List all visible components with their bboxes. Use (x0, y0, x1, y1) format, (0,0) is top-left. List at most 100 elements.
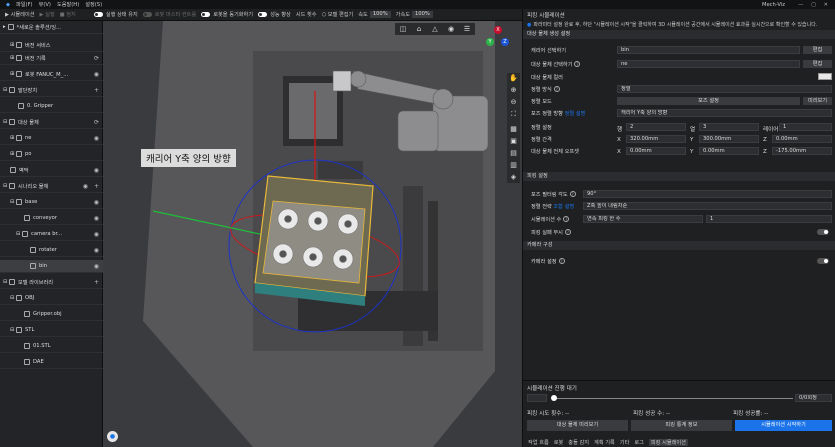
progress-mode-select[interactable] (527, 394, 547, 402)
eye-icon[interactable]: ◉ (94, 199, 99, 206)
fit-view-icon[interactable]: ⛶ (509, 110, 518, 119)
window-controls[interactable]: — ▢ ✕ (798, 2, 831, 8)
layer-count-input[interactable]: 1 (779, 123, 832, 131)
ignore-fail-toggle[interactable] (817, 229, 829, 235)
menu-view[interactable]: 뷰(V) (39, 1, 51, 8)
tree-item-rotater[interactable]: rotater ◉ (0, 244, 103, 257)
refresh-icon[interactable]: ⟳ (94, 119, 99, 126)
pose-filter-input[interactable]: 90° (583, 190, 832, 198)
hand-icon[interactable]: ✋ (509, 74, 518, 83)
tab-log[interactable]: 로그 (634, 439, 644, 446)
section-target-generation[interactable]: 대상 물체 생성 설정 (523, 30, 835, 39)
3d-viewport[interactable]: 캐리어 Y축 양의 방향 ◫ ⌂ △ ◉ ☰ X Y Z ✋ ⊕ ⊖ ⛶ ▦ ▣… (103, 21, 522, 447)
carrier-edit-button[interactable]: 편집 (803, 46, 832, 54)
stop-button[interactable]: ■ 정지 (60, 11, 76, 19)
tree-item-version-service[interactable]: ⊞ 버전 서비스 (0, 39, 103, 52)
eye-icon[interactable]: ◉ (94, 231, 99, 238)
eye-icon[interactable]: ◉ (94, 263, 99, 270)
tree-item-walls[interactable]: 벽막 ◉ (0, 164, 103, 177)
tree-item-obj-folder[interactable]: ⊟ OBJ (0, 292, 103, 305)
color-swatch[interactable] (818, 73, 832, 80)
arrange-select[interactable]: 정렬 (617, 85, 832, 93)
tree-item-stl-file[interactable]: 01.STL (0, 340, 103, 353)
tree-item-gripper-obj[interactable]: Gripper.obj (0, 308, 103, 321)
section-picking[interactable]: 피킹 설정 (523, 172, 835, 181)
zoom-out-icon[interactable]: ⊖ (509, 98, 518, 107)
accel-control[interactable]: 가속도 100% (396, 11, 433, 18)
section-camera[interactable]: 카메라 구성 (523, 241, 835, 250)
eye-icon[interactable]: ◉ (83, 183, 88, 190)
gizmo-y-icon[interactable]: Y (486, 38, 494, 46)
screenshot-icon[interactable]: ● (107, 431, 118, 442)
add-icon[interactable]: + (94, 183, 99, 190)
eye-icon[interactable]: ◉ (94, 167, 99, 174)
tab-plan-log[interactable]: 계획 기록 (594, 439, 615, 446)
tree-item-version-history[interactable]: ⊞ 버전 기록 ⟳ (0, 52, 103, 65)
pick-strategy-select[interactable]: Z축 높이 내림차순 (583, 202, 832, 210)
add-icon[interactable]: + (94, 87, 99, 94)
col-count-input[interactable]: 3 (699, 123, 759, 131)
preview-targets-button[interactable]: 대상 물체 미리보기 (527, 420, 628, 431)
scene-canvas[interactable] (103, 21, 522, 447)
tab-workflow[interactable]: 작업 흐름 (528, 439, 549, 446)
pick-stats-button[interactable]: 피킹 통계 정보 (631, 420, 732, 431)
help-icon[interactable]: ? (574, 60, 581, 67)
velocity-input[interactable]: 100% (369, 11, 391, 18)
preview-button[interactable]: 미리보기 (803, 97, 832, 105)
help-icon[interactable]: ? (558, 257, 565, 264)
spacing-z-input[interactable]: 0.00mm (772, 135, 832, 143)
tree-item-base[interactable]: ⊟ base ◉ (0, 196, 103, 209)
home-view-icon[interactable]: ⌂ (415, 25, 424, 34)
tree-item-target-ne[interactable]: ⊞ ne ◉ (0, 132, 103, 145)
tree-item-target-po[interactable]: ⊞ po (0, 148, 103, 161)
iso-view-icon[interactable]: ◈ (509, 173, 518, 182)
tree-item-gripper[interactable]: 0. Gripper (0, 100, 103, 113)
tree-item-model-library[interactable]: ⊟ 모델 라이브러리 + (0, 276, 103, 289)
project-root[interactable]: ▸ *새로운 솔루션/잉... (0, 21, 103, 34)
velocity-control[interactable]: 속도 100% (358, 11, 391, 18)
add-icon[interactable]: + (94, 279, 99, 286)
camera-view-icon[interactable]: ◫ (399, 25, 408, 34)
carrier-bin[interactable] (254, 175, 374, 306)
sim-count-input[interactable]: 1 (706, 215, 832, 223)
spacing-x-input[interactable]: 320.00mm (626, 135, 686, 143)
top-view-icon[interactable]: ▣ (509, 137, 518, 146)
accel-input[interactable]: 100% (412, 11, 433, 18)
grid-view-icon[interactable]: ▦ (509, 125, 518, 134)
tree-item-tool[interactable]: ⊟ 말단장치 + (0, 84, 103, 97)
eye-icon[interactable]: ◉ (94, 135, 99, 142)
tab-picking-simulation[interactable]: 피킹 시뮬레이션 (648, 439, 688, 446)
simulate-button[interactable]: ▶ 시뮬레이션 (5, 11, 35, 19)
menu-file[interactable]: 파일(F) (16, 1, 33, 8)
eye-icon[interactable]: ◉ (94, 247, 99, 254)
gizmo-z-icon[interactable]: Z (501, 38, 509, 46)
target-edit-button[interactable]: 편집 (803, 60, 832, 68)
tree-item-bin[interactable]: bin ◉ (0, 260, 103, 273)
pose-dir-select[interactable]: 캐리어 Y축 양의 방향 (617, 109, 832, 117)
offset-y-input[interactable]: 0.00mm (699, 147, 759, 155)
pose-settings-button[interactable]: 포즈 설정 (617, 97, 800, 105)
carrier-select[interactable]: bin (617, 46, 800, 54)
tree-item-stl-folder[interactable]: ⊟ STL (0, 324, 103, 337)
tab-collision[interactable]: 충돌 감지 (568, 439, 589, 446)
eye-icon[interactable]: ◉ (94, 71, 99, 78)
help-icon[interactable]: ? (569, 190, 576, 197)
tree-item-targets[interactable]: ⊟ 대상 물체 ⟳ (0, 116, 103, 129)
tree-item-conveyor[interactable]: conveyor ◉ (0, 212, 103, 225)
spacing-y-input[interactable]: 300.00mm (699, 135, 759, 143)
seed-count-label[interactable]: 시드 횟수 (296, 11, 317, 18)
improve-perf-toggle[interactable]: 성능 향상 (258, 11, 291, 18)
robot-master-toggle[interactable]: 로봇 마스터 컨트롤 (142, 11, 196, 18)
camera-toggle[interactable] (817, 258, 829, 264)
menu-settings[interactable]: 설정(S) (85, 1, 102, 8)
start-simulation-button[interactable]: 시뮬레이션 시작하기 (735, 420, 832, 431)
sync-robot-toggle[interactable]: 로봇을 동기화하기 (201, 11, 253, 18)
front-view-icon[interactable]: ▥ (509, 161, 518, 170)
zoom-in-icon[interactable]: ⊕ (509, 86, 518, 95)
run-button[interactable]: ▶ 실행 (40, 11, 55, 19)
triangle-view-icon[interactable]: △ (431, 25, 440, 34)
menu-help[interactable]: 도움말(H) (57, 1, 79, 8)
help-icon[interactable]: ? (553, 85, 560, 92)
row-count-input[interactable]: 2 (626, 123, 686, 131)
tab-other[interactable]: 기타 (620, 439, 630, 446)
